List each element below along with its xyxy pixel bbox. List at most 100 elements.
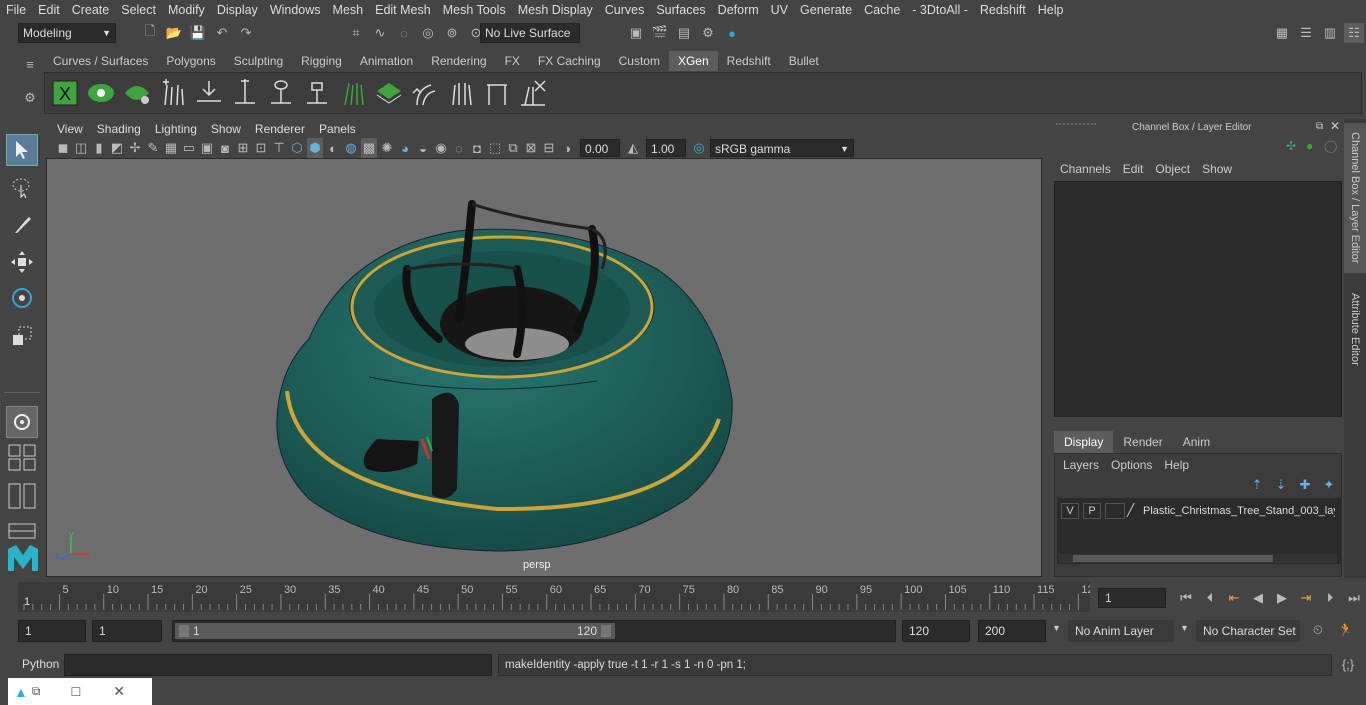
- depth-of-field-icon[interactable]: ◘: [469, 138, 485, 158]
- 2d-pan-icon[interactable]: ✢: [127, 138, 143, 158]
- live-surface-field[interactable]: No Live Surface: [480, 23, 580, 43]
- go-to-end-icon[interactable]: ⏭: [1344, 588, 1364, 608]
- mode-dropdown[interactable]: Modeling ▼: [18, 23, 116, 43]
- render-frame-icon[interactable]: 🎬: [650, 23, 670, 43]
- wireframe-icon[interactable]: ⬡: [289, 138, 305, 158]
- shelf-tab-bullet[interactable]: Bullet: [780, 51, 828, 71]
- menu-edit-mesh[interactable]: Edit Mesh: [369, 0, 437, 20]
- maximize-icon[interactable]: ☐: [70, 685, 81, 699]
- viewport-3d[interactable]: y x z persp: [46, 158, 1042, 577]
- rotate-tool-icon[interactable]: [6, 282, 38, 314]
- modeling-toolkit-icon[interactable]: ▦: [1272, 23, 1292, 43]
- gate-mask-icon[interactable]: ◙: [217, 138, 233, 158]
- scale-tool-icon[interactable]: [6, 320, 38, 352]
- default-material-icon[interactable]: ◐: [325, 138, 341, 158]
- tool-settings-icon[interactable]: ▥: [1320, 23, 1340, 43]
- add-guides-icon[interactable]: [159, 77, 187, 109]
- channel-object-menu[interactable]: Object: [1149, 162, 1196, 176]
- key-icon[interactable]: ◯: [1324, 139, 1337, 153]
- layer-visibility-toggle[interactable]: V: [1061, 503, 1079, 519]
- step-forward-key-icon[interactable]: ⇥: [1296, 588, 1316, 608]
- auto-key-icon[interactable]: ⏲: [1308, 620, 1328, 640]
- close-icon[interactable]: ✕: [1330, 119, 1340, 133]
- shelf-tab-fx-caching[interactable]: FX Caching: [529, 51, 610, 71]
- gamma-icon[interactable]: ◭: [625, 138, 641, 158]
- menu-3dtoall[interactable]: - 3DtoAll -: [906, 0, 974, 20]
- close-icon[interactable]: ✕: [113, 683, 125, 700]
- options-menu[interactable]: Options: [1105, 458, 1158, 472]
- chevron-down-icon[interactable]: ▼: [1180, 623, 1189, 633]
- redo-icon[interactable]: ↷: [236, 23, 256, 43]
- menu-generate[interactable]: Generate: [794, 0, 858, 20]
- step-forward-icon[interactable]: ⏵: [1320, 588, 1340, 608]
- exposure-field[interactable]: 0.00: [580, 139, 620, 157]
- layer-scrollbar[interactable]: [1059, 554, 1337, 563]
- smooth-shade-icon[interactable]: ⬢: [307, 138, 323, 158]
- shelf-tab-polygons[interactable]: Polygons: [157, 51, 224, 71]
- channels-menu[interactable]: Channels: [1054, 162, 1117, 176]
- layer-row[interactable]: V P ╱ Plastic_Christmas_Tree_Stand_003_l…: [1061, 502, 1335, 520]
- menu-redshift[interactable]: Redshift: [974, 0, 1032, 20]
- menu-curves[interactable]: Curves: [599, 0, 651, 20]
- layer-type-toggle[interactable]: [1105, 503, 1125, 519]
- anti-alias-icon[interactable]: ◌: [451, 138, 467, 158]
- range-start-grip[interactable]: [179, 625, 189, 637]
- tab-render[interactable]: Render: [1113, 431, 1172, 453]
- playback-start-field[interactable]: 1: [92, 620, 162, 642]
- exposure-icon[interactable]: ◑: [559, 138, 575, 158]
- layer-color-icon[interactable]: ╱: [1127, 503, 1141, 519]
- snap-surface-icon[interactable]: ⊚: [442, 23, 462, 43]
- resolution-gate-icon[interactable]: ▣: [199, 138, 215, 158]
- range-slider-handle[interactable]: 1 120: [175, 623, 615, 639]
- color-management-icon[interactable]: ◎: [691, 138, 707, 158]
- chevron-down-icon[interactable]: ▼: [1052, 623, 1061, 633]
- new-scene-icon[interactable]: 🗋: [140, 23, 160, 43]
- isolate-select-icon[interactable]: ⬚: [487, 138, 503, 158]
- ambient-occlusion-icon[interactable]: ◒: [415, 138, 431, 158]
- viewport-menu-lighting[interactable]: Lighting: [148, 119, 204, 139]
- lock-length-icon[interactable]: [303, 77, 331, 109]
- render-settings-icon[interactable]: ⚙: [698, 23, 718, 43]
- shelf-tab-animation[interactable]: Animation: [351, 51, 422, 71]
- channel-list[interactable]: [1054, 181, 1342, 417]
- layout-two-icon[interactable]: [6, 480, 38, 512]
- rebuild-guides-icon[interactable]: [447, 77, 475, 109]
- visibility-icon[interactable]: ●: [1306, 139, 1313, 153]
- menu-deform[interactable]: Deform: [712, 0, 765, 20]
- xray-active-icon[interactable]: ⊟: [541, 138, 557, 158]
- ipr-render-icon[interactable]: ▤: [674, 23, 694, 43]
- select-tool-icon[interactable]: [6, 134, 38, 166]
- xgen-hide-icon[interactable]: [123, 77, 151, 109]
- guide-sculpt-icon[interactable]: [267, 77, 295, 109]
- transform-icon[interactable]: ✣: [1286, 139, 1296, 153]
- grid-icon[interactable]: ▦: [163, 138, 179, 158]
- shelf-tab-curves[interactable]: Curves / Surfaces: [44, 51, 157, 71]
- color-space-dropdown[interactable]: sRGB gamma ▼: [710, 139, 854, 157]
- viewport-menu-shading[interactable]: Shading: [90, 119, 148, 139]
- camera-select-icon[interactable]: ◼: [55, 138, 71, 158]
- shelf-tab-menu-icon[interactable]: ≡: [20, 54, 40, 74]
- layout-four-icon[interactable]: [6, 442, 38, 474]
- paint-select-icon[interactable]: [6, 208, 38, 240]
- save-scene-icon[interactable]: 💾: [188, 23, 208, 43]
- menu-cache[interactable]: Cache: [858, 0, 906, 20]
- snap-view-icon[interactable]: ◎: [418, 23, 438, 43]
- hypershade-icon[interactable]: ●: [722, 23, 742, 43]
- normalize-guides-icon[interactable]: [483, 77, 511, 109]
- shelf-tab-sculpting[interactable]: Sculpting: [225, 51, 292, 71]
- play-backward-icon[interactable]: ◀: [1248, 588, 1268, 608]
- menu-mesh-tools[interactable]: Mesh Tools: [437, 0, 512, 20]
- shelf-tab-rigging[interactable]: Rigging: [292, 51, 351, 71]
- menu-mesh[interactable]: Mesh: [327, 0, 370, 20]
- script-editor-icon[interactable]: {;}: [1338, 654, 1358, 674]
- grease-pencil-icon[interactable]: ✎: [145, 138, 161, 158]
- lights-icon[interactable]: ✺: [379, 138, 395, 158]
- layer-playback-toggle[interactable]: P: [1083, 503, 1101, 519]
- channel-show-menu[interactable]: Show: [1196, 162, 1238, 176]
- restore-icon[interactable]: ⧉: [32, 684, 41, 699]
- menu-file[interactable]: File: [0, 0, 32, 20]
- attribute-editor-icon[interactable]: ☰: [1296, 23, 1316, 43]
- move-tool-icon[interactable]: [6, 246, 38, 278]
- shelf-tab-rendering[interactable]: Rendering: [422, 51, 495, 71]
- xray-joints-icon[interactable]: ⊠: [523, 138, 539, 158]
